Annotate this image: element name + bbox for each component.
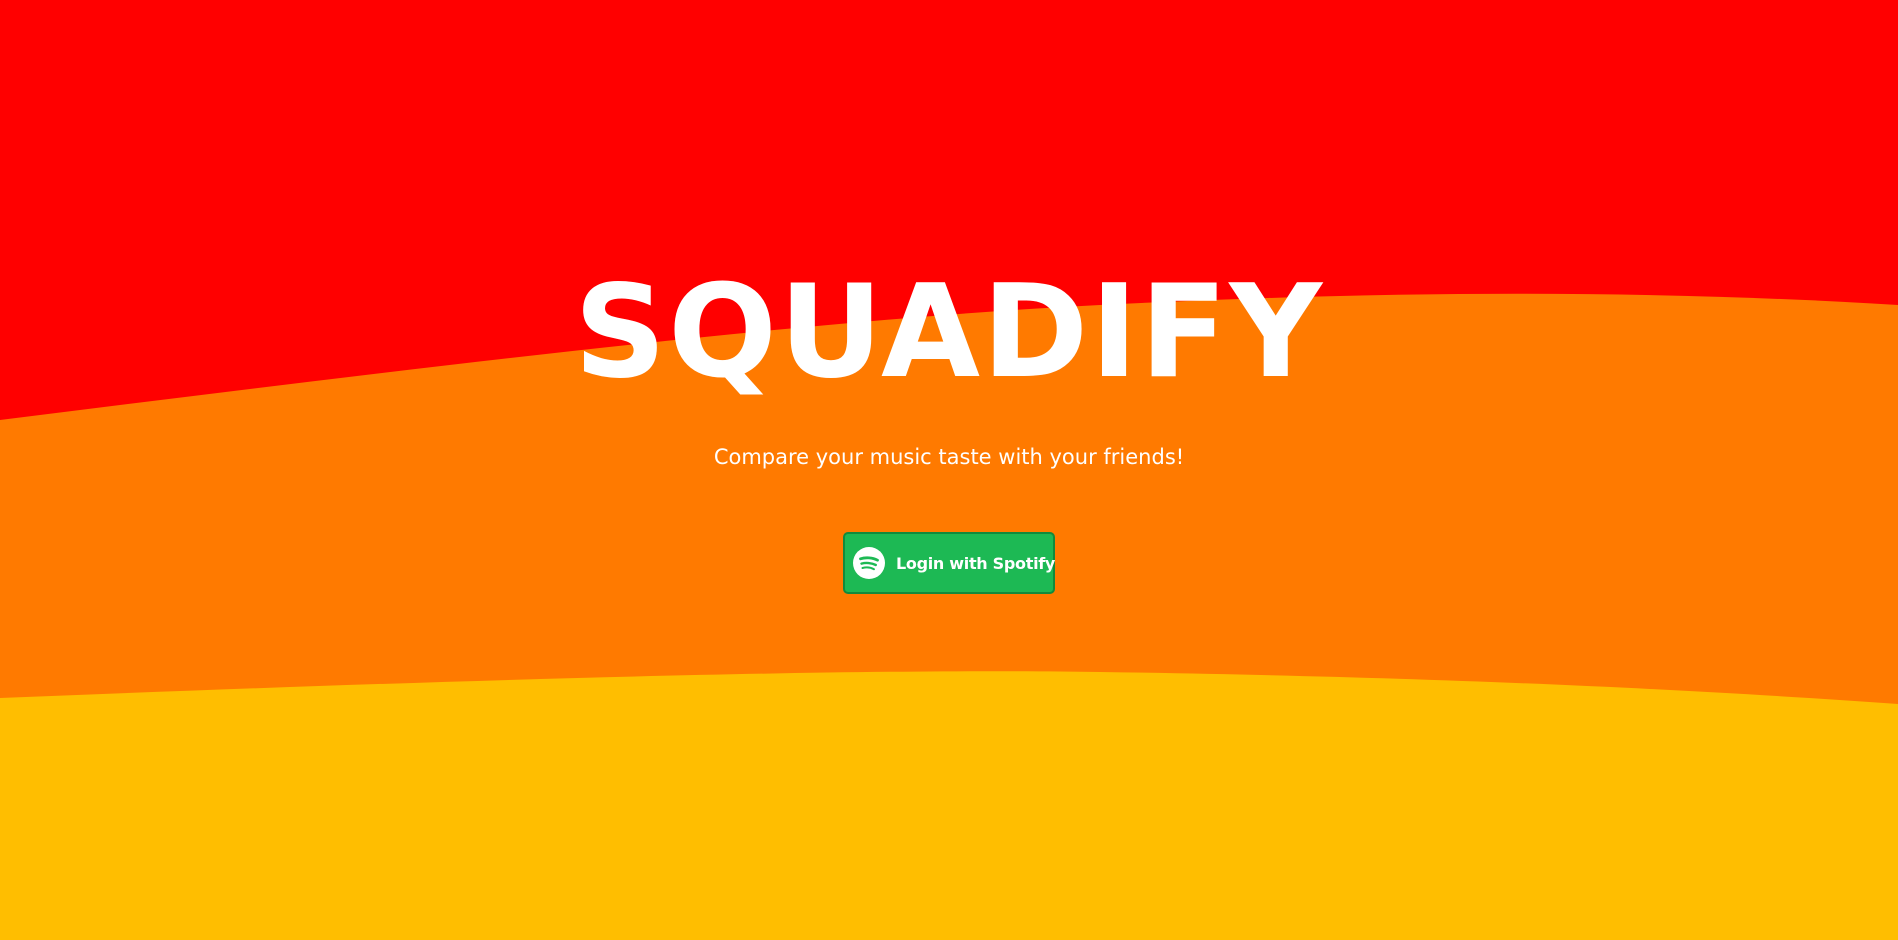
spotify-icon (853, 547, 885, 579)
app-tagline: Compare your music taste with your frien… (713, 445, 1185, 469)
login-button-label: Login with Spotify (896, 553, 1056, 573)
hero-section: SQUADIFY Compare your music taste with y… (0, 0, 1898, 940)
login-with-spotify-button[interactable]: Login with Spotify (843, 532, 1055, 594)
landing-page: SQUADIFY Compare your music taste with y… (0, 0, 1898, 940)
app-title: SQUADIFY (573, 258, 1325, 407)
